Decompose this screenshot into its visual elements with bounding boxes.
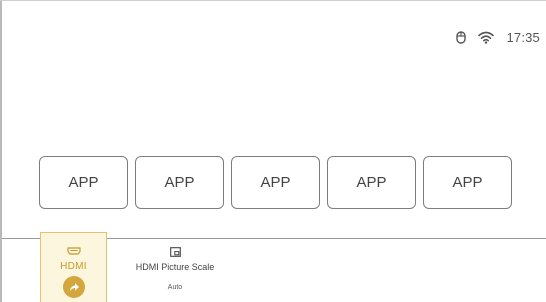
tv-home-screen: 17:35 APP APP APP APP APP HDMI HDMI Pict…: [0, 0, 546, 302]
mouse-icon: [456, 30, 467, 44]
wifi-icon: [478, 31, 495, 44]
app-tile-3[interactable]: APP: [231, 156, 320, 209]
setting-label: HDMI Picture Scale: [135, 262, 215, 272]
picture-scale-icon: [169, 246, 181, 258]
status-bar: 17:35: [456, 27, 540, 47]
share-arrow-icon[interactable]: [62, 276, 85, 298]
hdmi-source-card[interactable]: HDMI: [40, 232, 107, 302]
app-tile-1[interactable]: APP: [39, 156, 128, 209]
app-tile-5[interactable]: APP: [423, 156, 512, 209]
clock-time: 17:35: [506, 29, 540, 45]
setting-value: Auto: [167, 284, 183, 291]
screen-frame-top: [0, 0, 546, 1]
app-tile-4[interactable]: APP: [327, 156, 416, 209]
screen-frame-left: [0, 0, 2, 302]
hdmi-port-icon: [66, 245, 81, 257]
app-tile-2[interactable]: APP: [135, 156, 224, 209]
hdmi-picture-scale-setting[interactable]: HDMI Picture Scale Auto: [130, 246, 220, 291]
app-row: APP APP APP APP APP: [39, 156, 512, 209]
hdmi-source-label: HDMI: [60, 261, 87, 272]
